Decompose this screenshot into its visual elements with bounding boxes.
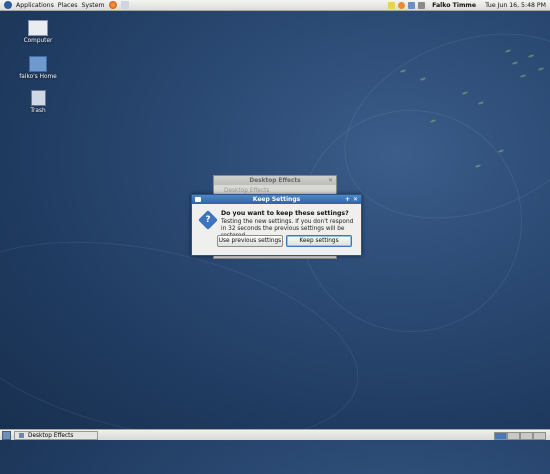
window-titlebar[interactable]: Desktop Effects ✕ xyxy=(214,176,336,185)
trash-icon xyxy=(30,90,46,106)
taskbar-item-label: Desktop Effects xyxy=(28,432,74,439)
notes-icon[interactable] xyxy=(388,1,396,9)
show-desktop-icon[interactable] xyxy=(2,431,11,440)
close-icon[interactable]: ✕ xyxy=(328,177,333,184)
desktop-icon-trash[interactable]: Trash xyxy=(13,90,63,114)
network-icon[interactable] xyxy=(408,1,416,9)
top-panel: Applications Places System Falko Timme T… xyxy=(0,0,550,11)
workspace-3[interactable] xyxy=(520,432,533,440)
computer-icon xyxy=(28,20,48,36)
top-panel-tray: Falko Timme Tue Jun 16, 5:48 PM xyxy=(388,0,550,10)
desktop-icon-label: falko's Home xyxy=(19,74,57,80)
desktop-icon-computer[interactable]: Computer xyxy=(13,20,63,44)
menu-applications[interactable]: Applications xyxy=(16,2,54,9)
desktop-icon-label: Trash xyxy=(30,108,46,114)
titlebar-buttons: + ✕ xyxy=(343,196,359,203)
pin-icon[interactable]: + xyxy=(344,196,351,203)
fedora-logo-icon[interactable] xyxy=(4,1,12,9)
taskbar-item-desktop-effects[interactable]: Desktop Effects xyxy=(14,431,98,440)
app-icon xyxy=(19,433,24,438)
workspace-2[interactable] xyxy=(507,432,520,440)
window-menu-icon[interactable] xyxy=(195,197,201,202)
menu-system[interactable]: System xyxy=(81,2,104,9)
use-previous-settings-button[interactable]: Use previous settings xyxy=(217,235,283,247)
close-icon[interactable]: ✕ xyxy=(352,196,359,203)
desktop-icon-label: Computer xyxy=(23,38,53,44)
email-icon[interactable] xyxy=(120,1,129,9)
question-mark-glyph: ? xyxy=(205,215,211,225)
firefox-icon[interactable] xyxy=(108,1,117,9)
keep-settings-button[interactable]: Keep settings xyxy=(286,235,352,247)
keep-settings-dialog[interactable]: Keep Settings + ✕ ? Do you want to keep … xyxy=(191,194,362,256)
dialog-title: Keep Settings xyxy=(252,196,301,203)
dialog-titlebar[interactable]: Keep Settings + ✕ xyxy=(192,195,361,204)
menu-places[interactable]: Places xyxy=(58,2,78,9)
desktop-icon-home[interactable]: falko's Home xyxy=(13,56,63,80)
user-name[interactable]: Falko Timme xyxy=(432,2,476,9)
home-folder-icon xyxy=(29,56,47,72)
volume-icon[interactable] xyxy=(418,1,426,9)
dialog-heading: Do you want to keep these settings? xyxy=(221,210,349,217)
workspace-1[interactable] xyxy=(494,432,507,440)
clock[interactable]: Tue Jun 16, 5:48 PM xyxy=(485,2,546,9)
bottom-panel: Desktop Effects xyxy=(0,429,550,440)
update-icon[interactable] xyxy=(398,1,406,9)
workspace-4[interactable] xyxy=(533,432,546,440)
window-title: Desktop Effects xyxy=(249,177,301,184)
